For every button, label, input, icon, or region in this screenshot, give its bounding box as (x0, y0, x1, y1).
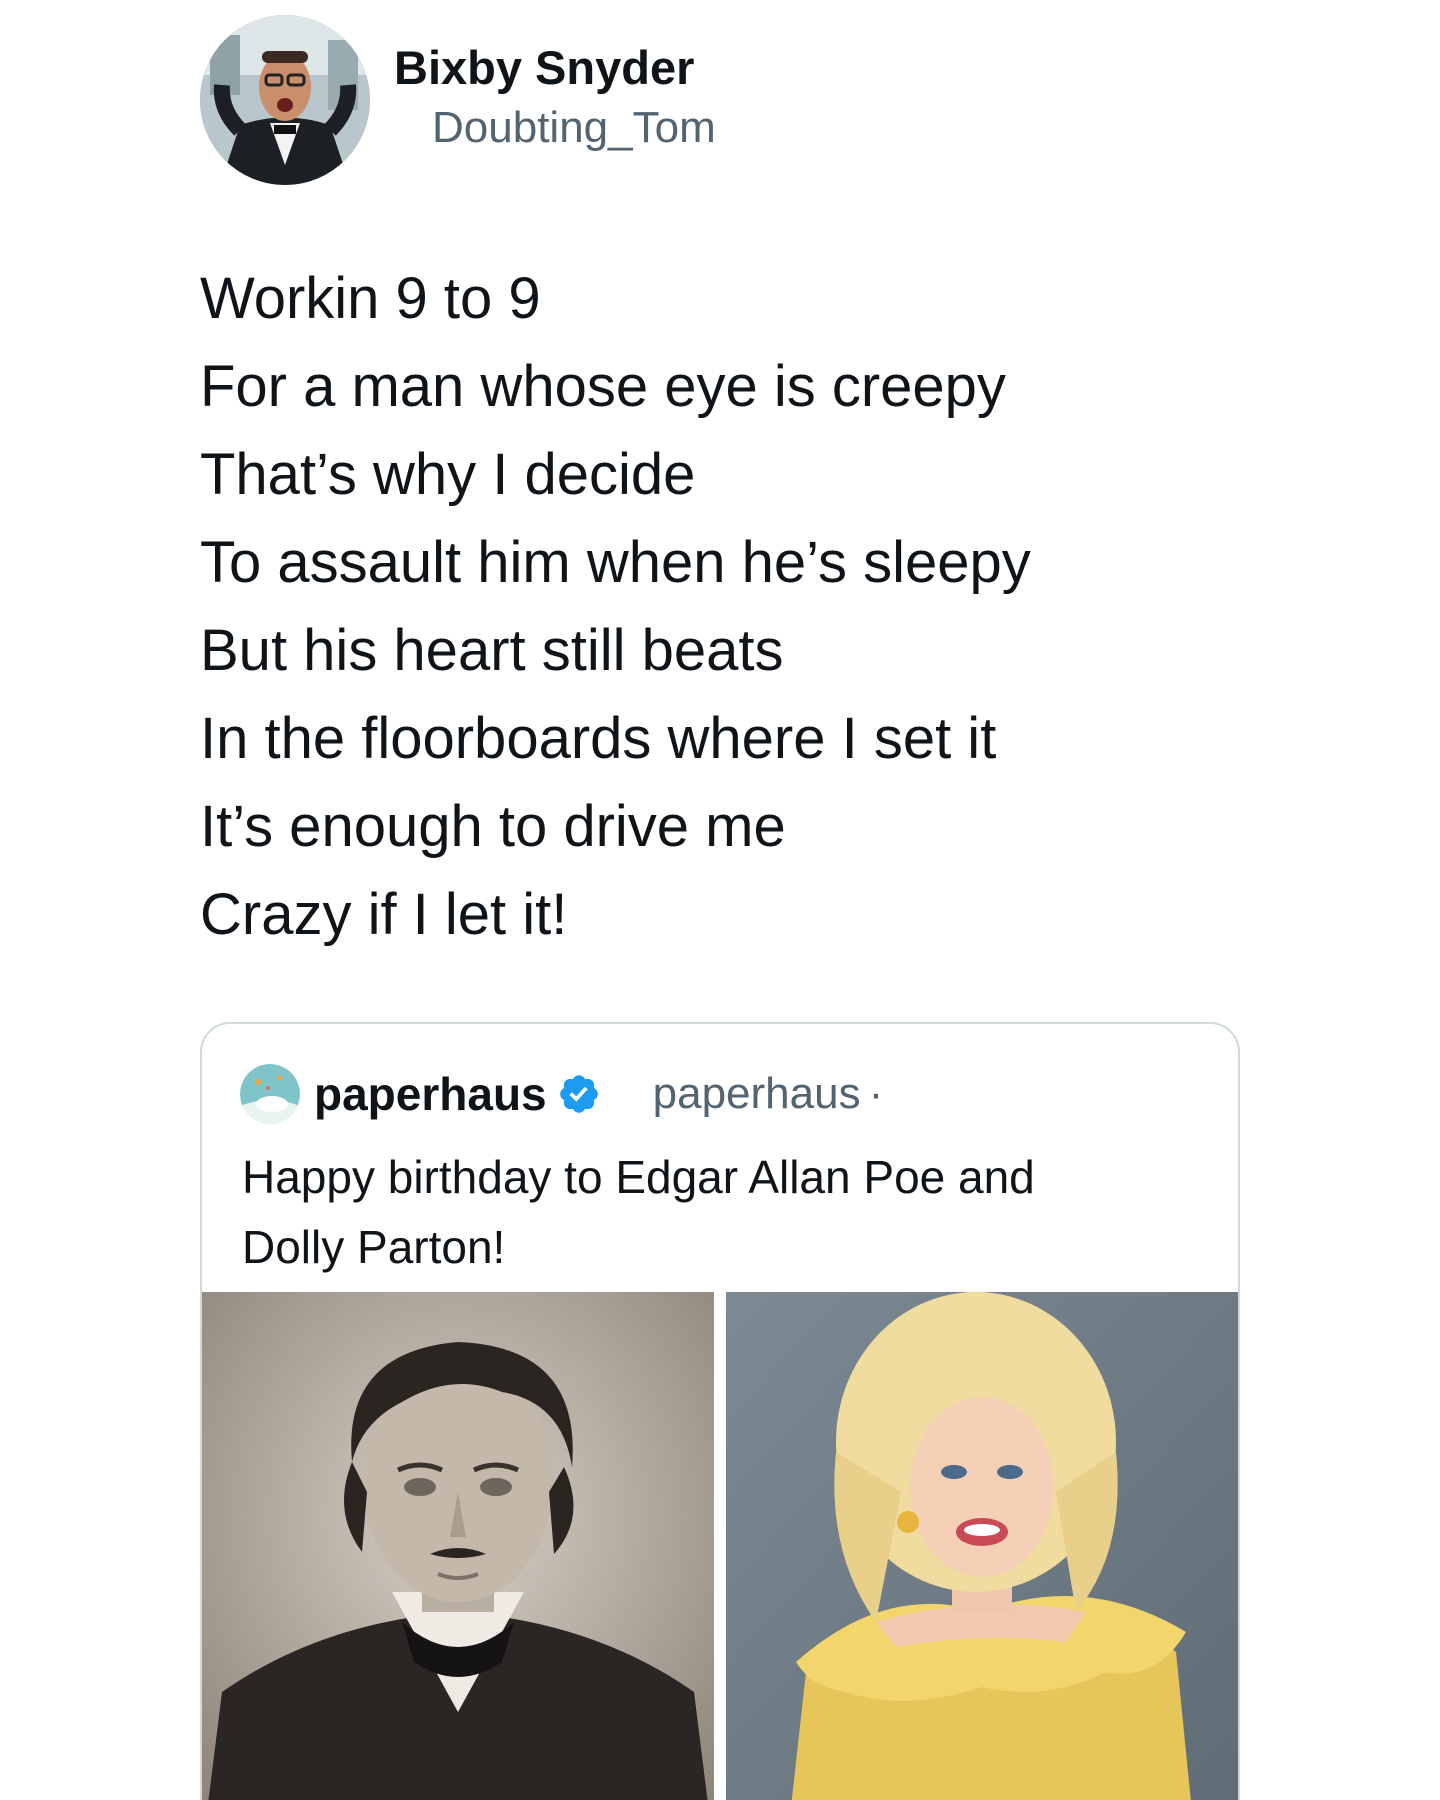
quoted-tweet-media (202, 1292, 1238, 1800)
separator-dot: · (868, 1069, 884, 1118)
media-photo-left[interactable] (202, 1292, 714, 1800)
profile-photo-icon (240, 1064, 300, 1124)
tweet-text-line: In the floorboards where I set it (200, 706, 997, 771)
quoted-tweet-text-line: Happy birthday to Edgar Allan Poe and (242, 1151, 1035, 1203)
tweet-text: Workin 9 to 9 For a man whose eye is cre… (200, 255, 1300, 959)
profile-photo-icon (200, 15, 370, 185)
quoted-author-avatar[interactable] (240, 1064, 300, 1124)
tweet-text-line: That’s why I decide (200, 442, 696, 507)
quoted-tweet-card[interactable]: paperhaus paperhaus · Happy birthday to … (200, 1022, 1240, 1800)
tweet-text-line: Crazy if I let it! (200, 882, 568, 947)
quoted-author-handle[interactable]: paperhaus (653, 1069, 861, 1119)
quoted-tweet-header: paperhaus paperhaus · (240, 1064, 883, 1124)
tweet-screenshot: Bixby Snyder Doubting_Tom Workin 9 to 9 … (0, 0, 1440, 1800)
photo-portrait-sepia-icon (202, 1292, 714, 1800)
quoted-tweet-text-line: Dolly Parton! (242, 1221, 506, 1273)
media-photo-right[interactable] (726, 1292, 1238, 1800)
tweet-text-line: It’s enough to drive me (200, 794, 786, 859)
tweet-text-line: For a man whose eye is creepy (200, 354, 1006, 419)
author-handle[interactable]: Doubting_Tom (432, 103, 716, 153)
author-display-name[interactable]: Bixby Snyder (394, 40, 694, 95)
author-avatar[interactable] (200, 15, 370, 185)
photo-portrait-color-icon (726, 1292, 1238, 1800)
verified-badge-icon (557, 1072, 601, 1116)
quoted-author-display-name[interactable]: paperhaus (314, 1067, 547, 1121)
tweet-text-line: But his heart still beats (200, 618, 784, 683)
tweet-text-line: Workin 9 to 9 (200, 266, 541, 331)
tweet-text-line: To assault him when he’s sleepy (200, 530, 1031, 595)
quoted-tweet-text: Happy birthday to Edgar Allan Poe and Do… (242, 1142, 1202, 1282)
